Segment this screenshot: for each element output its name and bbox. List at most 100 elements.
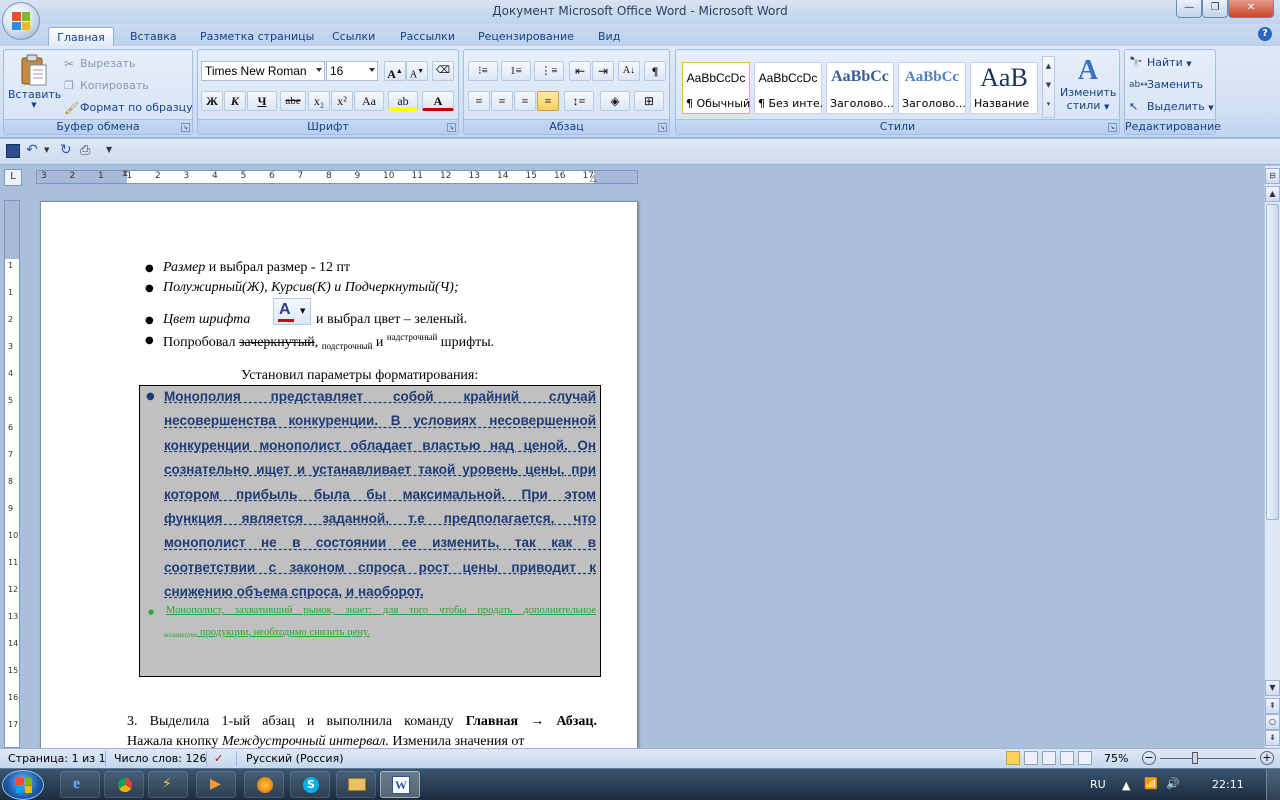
- styles-launcher-icon[interactable]: ↘: [1108, 123, 1117, 132]
- doc-line-3-rest[interactable]: и выбрал цвет – зеленый.: [316, 312, 467, 328]
- align-justify-icon[interactable]: ≡: [537, 91, 559, 111]
- monopoly-line[interactable]: функция является заданной, т.е предполаг…: [164, 511, 596, 526]
- office-button[interactable]: [2, 2, 40, 40]
- monopoly-line[interactable]: котором прибыль была бы максимальной. Пр…: [164, 487, 596, 502]
- tab-insert[interactable]: Вставка: [122, 27, 185, 46]
- taskbar-app-icon[interactable]: ⚡: [148, 771, 188, 798]
- customize-qat-icon[interactable]: ▼: [106, 145, 112, 154]
- styles-scroll[interactable]: ▲ ▼ ▾: [1042, 56, 1055, 118]
- spellcheck-icon[interactable]: ✓: [214, 752, 223, 765]
- monopoly-line[interactable]: несовершенства конкуренции. В условиях н…: [164, 413, 596, 428]
- tab-mailings[interactable]: Рассылки: [392, 27, 463, 46]
- increase-indent-icon[interactable]: ⇥: [592, 61, 614, 81]
- bold-button[interactable]: Ж: [201, 91, 223, 111]
- change-case-button[interactable]: Aa: [354, 91, 384, 111]
- tab-selector[interactable]: L: [4, 169, 22, 186]
- taskbar-explorer-icon[interactable]: [336, 771, 376, 798]
- underline-button[interactable]: Ч: [247, 91, 277, 111]
- shaded-paragraph-box[interactable]: ● Монополия представляет собой крайний с…: [139, 385, 601, 677]
- style-normal[interactable]: AaBbCcDc ¶ Обычный: [682, 62, 750, 114]
- start-button[interactable]: [2, 770, 44, 800]
- indent-marker-icon[interactable]: ⧗: [122, 169, 128, 179]
- multilevel-list-icon[interactable]: ⋮≡: [534, 61, 564, 81]
- borders-icon[interactable]: ⊞: [634, 91, 664, 111]
- zoom-slider-thumb[interactable]: [1192, 752, 1198, 764]
- print-preview-icon[interactable]: ⎙: [80, 143, 90, 158]
- zoom-out-icon[interactable]: −: [1142, 751, 1156, 765]
- italic-button[interactable]: К: [224, 91, 246, 111]
- taskbar-ie-icon[interactable]: e: [60, 771, 100, 798]
- style-no-spacing[interactable]: AaBbCcDc ¶ Без инте...: [754, 62, 822, 114]
- doc-line-1[interactable]: Размер и выбрал размер - 12 пт: [163, 260, 350, 276]
- font-size-combo[interactable]: 16: [326, 61, 378, 81]
- select-button[interactable]: ↖ Выделить ▼: [1129, 97, 1214, 117]
- doc-line-2[interactable]: Полужирный(Ж), Курсив(К) и Подчеркнутый(…: [163, 280, 459, 296]
- tab-page-layout[interactable]: Разметка страницы: [192, 27, 322, 46]
- word-count[interactable]: Число слов: 126: [114, 752, 207, 765]
- doc-line-3[interactable]: Цвет шрифта: [163, 312, 250, 328]
- save-icon[interactable]: [6, 144, 20, 158]
- previous-page-icon[interactable]: ⇞: [1265, 698, 1280, 714]
- tab-view[interactable]: Вид: [590, 27, 628, 46]
- align-right-icon[interactable]: ≡: [514, 91, 536, 111]
- pilcrow-icon[interactable]: ¶: [644, 61, 666, 81]
- scroll-down-icon[interactable]: ▼: [1265, 680, 1280, 696]
- paragraph-launcher-icon[interactable]: ↘: [658, 123, 667, 132]
- vertical-scrollbar[interactable]: ⊟ ▲ ▼ ⇞ ○ ⇟: [1264, 166, 1280, 748]
- doc-heading[interactable]: Установил параметры форматирования:: [241, 368, 478, 384]
- chevron-down-icon[interactable]: ▼: [44, 146, 49, 154]
- ruler-toggle-icon[interactable]: ⊟: [1265, 168, 1280, 184]
- tab-references[interactable]: Ссылки: [324, 27, 383, 46]
- taskbar-media-player-icon[interactable]: ▶: [196, 771, 236, 798]
- strikethrough-button[interactable]: abe: [280, 91, 306, 111]
- highlight-button[interactable]: ab: [388, 91, 418, 111]
- maximize-button[interactable]: ❐: [1202, 0, 1228, 18]
- outline-icon[interactable]: [1060, 751, 1074, 765]
- taskbar-skype-icon[interactable]: S: [290, 771, 330, 798]
- replace-button[interactable]: ab↔Заменить: [1129, 75, 1203, 95]
- change-styles-button[interactable]: A Изменить стили ▼: [1060, 56, 1116, 113]
- network-icon[interactable]: 📶: [1144, 777, 1158, 790]
- browse-object-icon[interactable]: ○: [1265, 714, 1280, 730]
- undo-icon[interactable]: ↶: [26, 142, 38, 158]
- clear-format-icon[interactable]: ⌫: [432, 61, 454, 81]
- decrease-indent-icon[interactable]: ⇤: [569, 61, 591, 81]
- numbering-icon[interactable]: 1≡: [501, 61, 531, 81]
- font-launcher-icon[interactable]: ↘: [447, 123, 456, 132]
- subscript-button[interactable]: x₂: [308, 91, 330, 111]
- clipboard-launcher-icon[interactable]: ↘: [181, 123, 190, 132]
- next-page-icon[interactable]: ⇟: [1265, 730, 1280, 746]
- shrink-font-button[interactable]: A▼: [406, 61, 428, 81]
- language[interactable]: Русский (Россия): [246, 752, 344, 765]
- line-spacing-icon[interactable]: ↕≡: [564, 91, 594, 111]
- zoom-in-icon[interactable]: +: [1260, 751, 1274, 765]
- copy-button[interactable]: ❐ Копировать: [64, 76, 149, 96]
- redo-icon[interactable]: ↻: [60, 142, 72, 158]
- clock[interactable]: 22:11: [1212, 778, 1244, 791]
- green-line-2[interactable]: количество продукции, необходимо снизить…: [164, 627, 370, 639]
- show-desktop-button[interactable]: [1266, 769, 1280, 800]
- vertical-ruler[interactable]: 1 1 2 3 4 5 6 7 8 9 10 11 12 13 14 15 16 17: [4, 200, 20, 748]
- zoom-level[interactable]: 75%: [1104, 752, 1128, 765]
- monopoly-line[interactable]: конкуренции монополист обладает властью …: [164, 438, 596, 453]
- sort-icon[interactable]: A↓: [618, 61, 640, 81]
- bullets-icon[interactable]: ⁝≡: [468, 61, 498, 81]
- style-title[interactable]: AaB Название: [970, 62, 1038, 114]
- close-button[interactable]: ✕: [1228, 0, 1274, 18]
- format-painter-button[interactable]: 🖌Формат по образцу: [64, 98, 193, 118]
- monopoly-line[interactable]: снижению объема спроса, и наоборот.: [164, 584, 424, 599]
- find-button[interactable]: 🔭 Найти ▼: [1129, 53, 1192, 73]
- style-heading-2[interactable]: AaBbCc Заголово...: [898, 62, 966, 114]
- doc-line-4[interactable]: Попробовал зачеркнутый, подстрочный и на…: [163, 332, 494, 351]
- print-layout-icon[interactable]: [1006, 751, 1020, 765]
- paste-button[interactable]: Вставить ▼: [8, 54, 61, 116]
- help-icon[interactable]: ?: [1258, 27, 1272, 41]
- font-name-combo[interactable]: Times New Roman: [201, 61, 325, 81]
- volume-icon[interactable]: 🔊: [1166, 777, 1180, 790]
- horizontal-ruler[interactable]: 3 2 1 1 2 3 4 5 6 7 8 9 10 11 12 13 14 15 16 17 ⧗ △: [36, 169, 638, 184]
- monopoly-line[interactable]: монополист не в состоянии ее изменить, т…: [164, 535, 596, 550]
- minimize-button[interactable]: —: [1176, 0, 1202, 18]
- taskbar-chrome-icon[interactable]: [104, 771, 144, 798]
- right-indent-icon[interactable]: △: [590, 174, 597, 184]
- monopoly-line[interactable]: Монополия представляет собой крайний слу…: [164, 389, 596, 404]
